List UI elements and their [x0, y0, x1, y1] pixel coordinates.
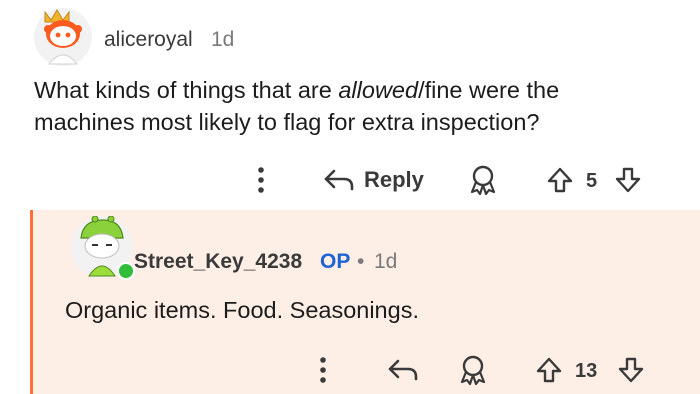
reply-label: Reply — [364, 167, 424, 192]
comment-age: 1d — [374, 250, 398, 273]
more-options-button[interactable] — [254, 166, 268, 194]
comment-body-emphasis: allowed — [338, 77, 419, 103]
user-avatar[interactable] — [71, 216, 135, 280]
comment-body-part2: /fine were the — [418, 77, 560, 103]
comment-body: What kinds of things that are allowed/fi… — [34, 74, 674, 138]
comment-body-line2: machines most likely to flag for extra i… — [34, 109, 540, 135]
online-status-dot — [117, 262, 135, 280]
downvote-button[interactable] — [617, 356, 645, 384]
user-avatar[interactable] — [34, 8, 92, 66]
comment-age: 1d — [211, 28, 235, 51]
reply-button[interactable] — [386, 357, 420, 383]
comment-aliceroyal: aliceroyal 1d What kinds of things that … — [0, 0, 700, 210]
upvote-button[interactable] — [535, 356, 563, 384]
comment-body-part1: What kinds of things that are — [34, 77, 339, 103]
reply-button[interactable]: Reply — [322, 167, 424, 193]
upvote-icon — [547, 167, 573, 193]
reply-arrow-icon — [388, 359, 418, 381]
award-icon — [470, 165, 496, 196]
vote-count: 5 — [586, 170, 598, 192]
comment-street-key-4238: Street_Key_4238 OP • 1d Organic items. F… — [30, 210, 700, 394]
username[interactable]: Street_Key_4238 — [134, 250, 302, 274]
username[interactable]: aliceroyal — [104, 28, 193, 52]
award-button[interactable] — [457, 354, 489, 386]
downvote-icon — [615, 167, 641, 193]
comment-body: Organic items. Food. Seasonings. — [65, 297, 419, 323]
reply-arrow-icon — [324, 169, 354, 191]
more-vertical-icon — [320, 357, 326, 383]
award-icon — [460, 355, 486, 386]
upvote-icon — [536, 357, 562, 383]
more-vertical-icon — [258, 167, 264, 193]
upvote-button[interactable] — [546, 166, 574, 194]
meta-separator: • — [357, 250, 365, 273]
op-badge: OP — [320, 250, 351, 273]
downvote-button[interactable] — [614, 166, 642, 194]
downvote-icon — [618, 357, 644, 383]
award-button[interactable] — [467, 164, 499, 196]
more-options-button[interactable] — [316, 356, 330, 384]
vote-count: 13 — [575, 360, 598, 382]
